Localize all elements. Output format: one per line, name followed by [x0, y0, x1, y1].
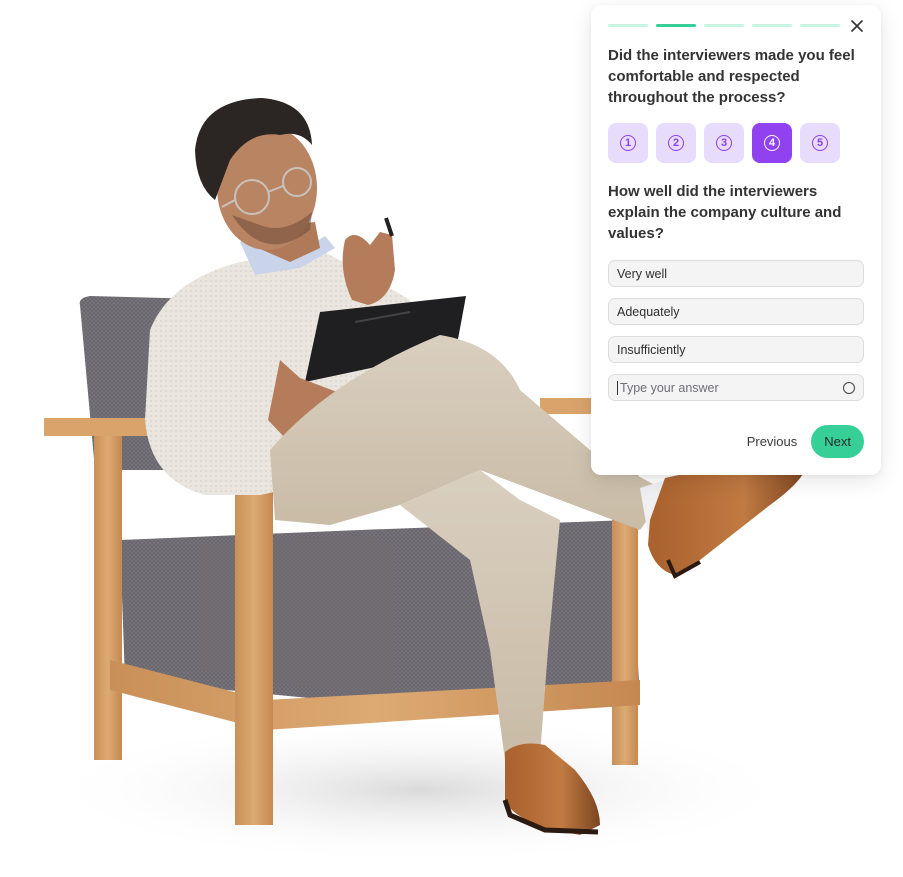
rating-button-4-selected[interactable]: 4 [752, 123, 792, 163]
previous-button[interactable]: Previous [747, 434, 798, 449]
option-insufficiently[interactable]: Insufficiently [608, 336, 864, 363]
progress-step-2-current [656, 24, 696, 27]
number-1-icon: 1 [620, 135, 636, 151]
floor-shadow [40, 715, 800, 865]
custom-answer-input[interactable] [617, 380, 820, 395]
progress-step-3 [704, 24, 744, 27]
radio-circle-icon[interactable] [843, 381, 855, 394]
rating-button-2[interactable]: 2 [656, 123, 696, 163]
custom-answer-field[interactable] [608, 374, 864, 401]
question-2-text: How well did the interviewers explain th… [608, 183, 842, 242]
next-button[interactable]: Next [811, 425, 864, 458]
pen [384, 217, 394, 237]
rating-button-1[interactable]: 1 [608, 123, 648, 163]
number-4-icon: 4 [764, 135, 780, 151]
option-very-well[interactable]: Very well [608, 260, 864, 287]
rating-button-3[interactable]: 3 [704, 123, 744, 163]
chair-leg-back-left [94, 430, 122, 760]
navigation-buttons: Previous Next [747, 425, 864, 458]
number-2-icon: 2 [668, 135, 684, 151]
progress-step-1 [608, 24, 648, 27]
answer-options: Very well Adequately Insufficiently [608, 260, 864, 412]
close-button[interactable] [847, 16, 867, 36]
progress-step-5 [800, 24, 840, 27]
question-1-text: Did the interviewers made you feel comfo… [608, 47, 855, 106]
rating-scale: 1 2 3 4 5 [608, 123, 840, 163]
number-5-icon: 5 [812, 135, 828, 151]
close-icon [851, 20, 863, 32]
survey-card: Did the interviewers made you feel comfo… [591, 5, 881, 475]
rating-button-5[interactable]: 5 [800, 123, 840, 163]
progress-steps [608, 24, 840, 27]
option-adequately[interactable]: Adequately [608, 298, 864, 325]
number-3-icon: 3 [716, 135, 732, 151]
progress-step-4 [752, 24, 792, 27]
